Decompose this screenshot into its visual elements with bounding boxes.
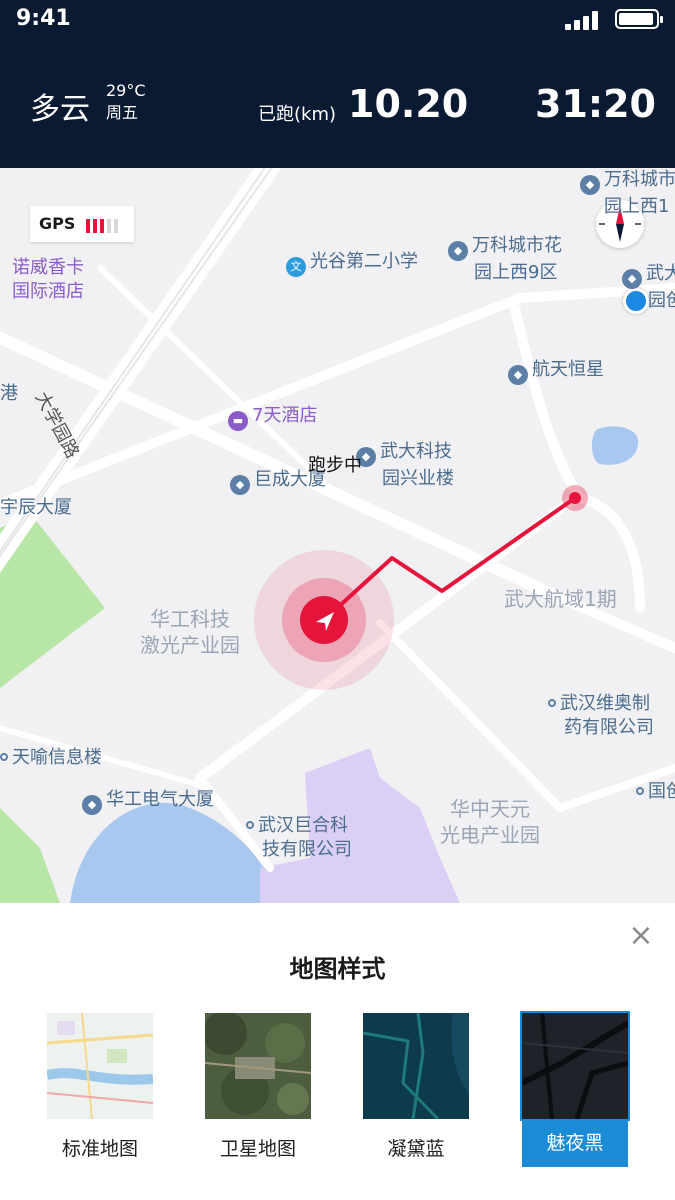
- map-style-standard[interactable]: 标准地图: [47, 1013, 153, 1167]
- sheet-title: 地图样式: [289, 955, 386, 983]
- map-style-sheet: × 地图样式 标准地图 卫星地图 凝黛蓝 魅夜黑: [0, 903, 675, 1200]
- map-style-label: 魅夜黑: [522, 1119, 628, 1167]
- map-style-ningdai-blue[interactable]: 凝黛蓝: [363, 1013, 469, 1167]
- map-style-satellite[interactable]: 卫星地图: [205, 1013, 311, 1167]
- map-style-label: 凝黛蓝: [387, 1138, 445, 1160]
- distance-label: 已跑(km): [258, 104, 337, 125]
- temperature-block: 29°C 周五: [106, 80, 146, 124]
- running-status-label: 跑步中: [308, 455, 362, 476]
- battery-icon: [615, 9, 663, 29]
- signal-icon: [565, 10, 599, 30]
- map-style-label: 卫星地图: [219, 1138, 296, 1160]
- temperature: 29°C: [106, 81, 146, 100]
- start-point-marker: [569, 492, 581, 504]
- map-style-night-black[interactable]: 魅夜黑: [520, 1011, 630, 1167]
- status-bar: 9:41: [0, 0, 675, 40]
- satellite-map-thumbnail: [205, 1013, 311, 1119]
- run-header: 9:41 多云 29°C 周五 已跑(km) 10.20 31:20: [0, 0, 675, 168]
- map-style-label: 标准地图: [61, 1138, 138, 1160]
- standard-map-thumbnail: [47, 1013, 153, 1119]
- map-view[interactable]: GPS ◆万科城市园上西1 文光谷第二小学 ◆万科城市花园上西9区 ◆武大园创 …: [0, 168, 675, 903]
- status-time: 9:41: [16, 6, 71, 31]
- blue-map-thumbnail: [363, 1013, 469, 1119]
- close-icon[interactable]: ×: [626, 921, 656, 951]
- distance-value: 10.20: [348, 82, 469, 126]
- weekday: 周五: [106, 103, 139, 122]
- duration-value: 31:20: [535, 82, 656, 126]
- weather-text: 多云: [30, 92, 90, 127]
- night-map-thumbnail: [520, 1011, 630, 1121]
- route-overlay: [254, 485, 588, 690]
